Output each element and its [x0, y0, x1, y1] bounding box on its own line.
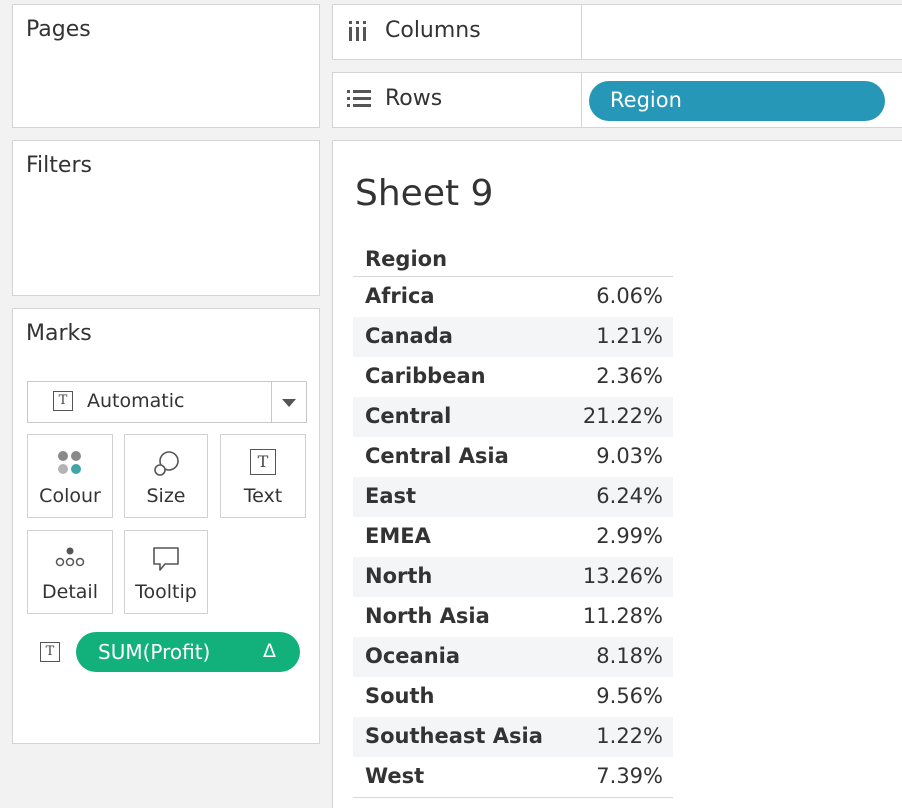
profit-cell[interactable]: 2.36% — [596, 364, 663, 388]
text-encoding-icon: T — [40, 642, 60, 662]
dropdown-separator — [271, 382, 272, 422]
size-icon — [154, 451, 179, 476]
region-cell: Oceania — [365, 644, 461, 668]
profit-cell[interactable]: 6.06% — [596, 284, 663, 308]
table-row[interactable]: Central 21.22% — [353, 397, 673, 437]
marks-card: Marks T Automatic Colour Size T Text Det… — [12, 308, 320, 744]
tooltip-icon — [153, 547, 179, 571]
pages-card[interactable]: Pages — [12, 4, 320, 128]
table-row[interactable]: Caribbean 2.36% — [353, 357, 673, 397]
text-label: Text — [243, 485, 283, 507]
region-cell: Caribbean — [365, 364, 486, 388]
profit-cell[interactable]: 21.22% — [583, 404, 663, 428]
table-row[interactable]: South 9.56% — [353, 677, 673, 717]
region-cell: West — [365, 764, 425, 788]
filters-card[interactable]: Filters — [12, 140, 320, 296]
table-row[interactable]: North 13.26% — [353, 557, 673, 597]
region-cell: South — [365, 684, 435, 708]
mark-type-label: Automatic — [87, 390, 185, 412]
region-cell: North Asia — [365, 604, 490, 628]
profit-cell[interactable]: 8.18% — [596, 644, 663, 668]
columns-label: Columns — [385, 18, 481, 43]
table-row[interactable]: West 7.39% — [353, 757, 673, 797]
profit-cell[interactable]: 7.39% — [596, 764, 663, 788]
columns-shelf[interactable]: Columns — [332, 4, 902, 60]
pages-title: Pages — [26, 17, 91, 42]
table-row[interactable]: Central Asia 9.03% — [353, 437, 673, 477]
sum-profit-pill[interactable]: SUM(Profit) Δ — [76, 632, 300, 672]
table-row[interactable]: North Asia 11.28% — [353, 597, 673, 637]
colour-button[interactable]: Colour — [27, 434, 113, 518]
table-row[interactable]: Oceania 8.18% — [353, 637, 673, 677]
profit-cell[interactable]: 1.21% — [596, 324, 663, 348]
profit-cell[interactable]: 2.99% — [596, 524, 663, 548]
table-calc-delta-icon: Δ — [263, 640, 276, 662]
profit-cell[interactable]: 1.22% — [596, 724, 663, 748]
mark-type-dropdown[interactable]: T Automatic — [27, 381, 307, 423]
profit-cell[interactable]: 13.26% — [583, 564, 663, 588]
size-button[interactable]: Size — [124, 434, 208, 518]
region-cell: North — [365, 564, 433, 588]
detail-icon — [55, 547, 85, 567]
text-mark-icon: T — [53, 391, 73, 411]
table-divider — [353, 797, 673, 798]
marks-title: Marks — [26, 321, 92, 346]
region-cell: Canada — [365, 324, 453, 348]
tooltip-label: Tooltip — [135, 581, 197, 603]
region-pill[interactable]: Region — [589, 81, 885, 121]
detail-label: Detail — [42, 581, 98, 603]
table-row[interactable]: Africa 6.06% — [353, 277, 673, 317]
tooltip-button[interactable]: Tooltip — [124, 530, 208, 614]
rows-icon — [347, 90, 371, 107]
region-pill-label: Region — [610, 88, 682, 112]
profit-cell[interactable]: 6.24% — [596, 484, 663, 508]
sheet-view: Sheet 9 Region Africa 6.06% Canada 1.21% Car… — [332, 140, 902, 808]
size-label: Size — [146, 485, 186, 507]
table-row[interactable]: Southeast Asia 1.22% — [353, 717, 673, 757]
text-button[interactable]: T Text — [220, 434, 306, 518]
region-cell: Central — [365, 404, 452, 428]
region-header-label: Region — [365, 247, 448, 271]
rows-shelf-header: Rows — [333, 73, 582, 127]
profit-cell[interactable]: 9.03% — [596, 444, 663, 468]
region-column-header[interactable]: Region — [353, 243, 673, 277]
region-cell: Africa — [365, 284, 435, 308]
table-row[interactable]: East 6.24% — [353, 477, 673, 517]
crosstab: Region Africa 6.06% Canada 1.21% Caribbean 2.… — [353, 243, 673, 798]
sum-profit-label: SUM(Profit) — [98, 640, 211, 664]
sheet-title[interactable]: Sheet 9 — [355, 173, 493, 214]
colour-icon — [58, 451, 81, 474]
table-body: Africa 6.06% Canada 1.21% Caribbean 2.36% Cent… — [353, 277, 673, 797]
filters-title: Filters — [26, 153, 92, 178]
rows-label: Rows — [385, 86, 443, 111]
profit-cell[interactable]: 11.28% — [583, 604, 663, 628]
colour-label: Colour — [39, 485, 101, 507]
text-icon: T — [250, 449, 276, 475]
detail-button[interactable]: Detail — [27, 530, 113, 614]
region-cell: East — [365, 484, 417, 508]
profit-cell[interactable]: 9.56% — [596, 684, 663, 708]
columns-shelf-header: Columns — [333, 5, 582, 59]
chevron-down-icon[interactable] — [282, 399, 296, 407]
region-cell: Central Asia — [365, 444, 509, 468]
table-row[interactable]: EMEA 2.99% — [353, 517, 673, 557]
table-row[interactable]: Canada 1.21% — [353, 317, 673, 357]
columns-icon — [349, 21, 366, 41]
region-cell: EMEA — [365, 524, 431, 548]
rows-shelf[interactable]: Rows Region — [332, 72, 902, 128]
region-cell: Southeast Asia — [365, 724, 543, 748]
